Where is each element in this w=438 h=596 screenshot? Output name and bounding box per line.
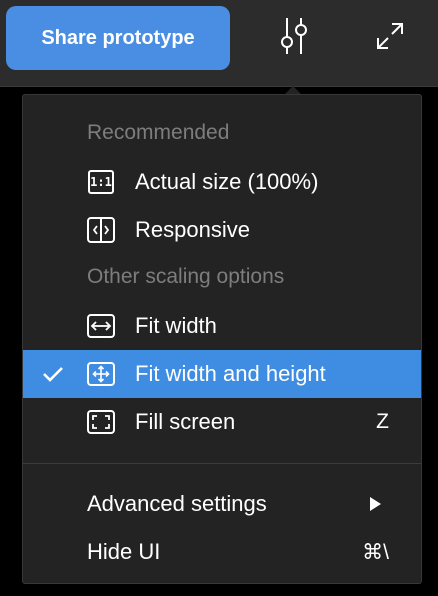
scaling-menu: Recommended 1:1 Actual size (100%) Respo…: [22, 94, 422, 584]
fit-width-height-icon: [87, 361, 115, 387]
menu-item-label: Fit width: [135, 313, 217, 338]
shortcut-label: Z: [376, 410, 389, 433]
menu-item-label: Fill screen: [135, 409, 236, 434]
menu-divider: [23, 463, 421, 464]
expand-icon[interactable]: [370, 16, 410, 56]
checkmark-icon: [41, 362, 65, 386]
menu-item-label: Responsive: [135, 217, 250, 242]
sliders-icon[interactable]: [274, 16, 314, 56]
menu-item-label: Actual size (100%): [135, 169, 319, 194]
menu-item-label: Hide UI: [87, 539, 161, 564]
section-label-other: Other scaling options: [87, 265, 285, 288]
responsive-icon: [87, 217, 115, 243]
menu-item-fit-width[interactable]: Fit width: [23, 302, 421, 350]
one-to-one-glyph: 1:1: [88, 170, 114, 194]
section-label-recommended: Recommended: [87, 121, 230, 144]
fit-width-icon: [87, 313, 115, 339]
share-prototype-button[interactable]: Share prototype: [6, 6, 230, 70]
menu-item-advanced-settings[interactable]: Advanced settings: [23, 480, 421, 528]
menu-item-actual-size[interactable]: 1:1 Actual size (100%): [23, 158, 421, 206]
menu-item-label: Fit width and height: [135, 361, 326, 386]
shortcut-label: ⌘\: [362, 540, 389, 564]
menu-item-hide-ui[interactable]: Hide UI ⌘\: [23, 528, 421, 576]
submenu-arrow-icon: [370, 497, 381, 511]
menu-item-fill-screen[interactable]: Fill screen Z: [23, 398, 421, 446]
toolbar: Share prototype: [0, 0, 438, 87]
menu-item-responsive[interactable]: Responsive: [23, 206, 421, 254]
menu-item-fit-width-height[interactable]: Fit width and height: [23, 350, 421, 398]
one-to-one-icon: 1:1: [87, 169, 115, 195]
fill-screen-icon: [87, 409, 115, 435]
menu-item-label: Advanced settings: [87, 491, 267, 516]
